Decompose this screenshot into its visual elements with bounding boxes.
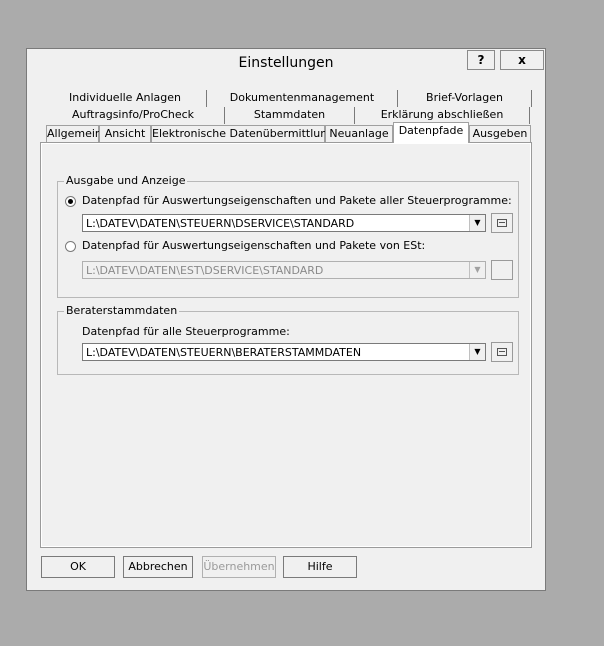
tab-brief-vorlagen[interactable]: Brief-Vorlagen [398, 90, 532, 107]
chevron-down-icon: ▼ [469, 262, 485, 278]
close-button[interactable]: x [500, 50, 544, 70]
browse-button-berater[interactable] [491, 342, 513, 362]
group-beraterstammdaten: Beraterstammdaten Datenpfad für alle Ste… [57, 304, 519, 375]
tab-panel: Ausgabe und Anzeige Datenpfad für Auswer… [40, 142, 532, 548]
help-button[interactable]: Hilfe [283, 556, 357, 578]
browse-button-all-programs[interactable] [491, 213, 513, 233]
tab-ausgeben[interactable]: Ausgeben [469, 125, 531, 142]
group-ausgabe-anzeige: Ausgabe und Anzeige Datenpfad für Auswer… [57, 174, 519, 298]
path-all-programs-combo[interactable]: L:\DATEV\DATEN\STEUERN\DSERVICE\STANDARD… [82, 214, 486, 232]
tab-ansicht[interactable]: Ansicht [99, 125, 151, 142]
tab-neuanlage[interactable]: Neuanlage [325, 125, 393, 142]
radio-all-programs[interactable] [65, 196, 76, 207]
help-title-button[interactable]: ? [467, 50, 495, 70]
group-beraterstammdaten-title: Beraterstammdaten [64, 304, 180, 317]
browse-button-est [491, 260, 513, 280]
title-bar: Einstellungen ? x [27, 49, 545, 77]
folder-browse-icon [497, 348, 507, 356]
chevron-down-icon[interactable]: ▼ [469, 344, 485, 360]
apply-button: Übernehmen [202, 556, 276, 578]
path-all-programs-value: L:\DATEV\DATEN\STEUERN\DSERVICE\STANDARD [86, 217, 355, 230]
radio-all-programs-label: Datenpfad für Auswertungseigenschaften u… [82, 194, 512, 207]
tab-datenpfade[interactable]: Datenpfade [393, 122, 469, 143]
berater-path-label: Datenpfad für alle Steuerprogramme: [82, 325, 290, 338]
tab-dokumentenmanagement[interactable]: Dokumentenmanagement [207, 90, 398, 107]
tab-stammdaten[interactable]: Stammdaten [225, 107, 355, 124]
settings-dialog: Einstellungen ? x Individuelle Anlagen D… [26, 48, 546, 591]
path-est-combo: L:\DATEV\DATEN\EST\DSERVICE\STANDARD ▼ [82, 261, 486, 279]
ok-button[interactable]: OK [41, 556, 115, 578]
tab-elektronische-datenuebermittlung[interactable]: Elektronische Datenübermittlung [151, 125, 334, 142]
radio-est-label: Datenpfad für Auswertungseigenschaften u… [82, 239, 426, 252]
group-ausgabe-anzeige-title: Ausgabe und Anzeige [64, 174, 188, 187]
chevron-down-icon[interactable]: ▼ [469, 215, 485, 231]
berater-path-value: L:\DATEV\DATEN\STEUERN\BERATERSTAMMDATEN [86, 346, 362, 359]
path-est-value: L:\DATEV\DATEN\EST\DSERVICE\STANDARD [86, 264, 324, 277]
tab-panel-content: Ausgabe und Anzeige Datenpfad für Auswer… [42, 144, 530, 546]
folder-browse-icon [497, 219, 507, 227]
radio-est[interactable] [65, 241, 76, 252]
berater-path-combo[interactable]: L:\DATEV\DATEN\STEUERN\BERATERSTAMMDATEN… [82, 343, 486, 361]
tab-individuelle-anlagen[interactable]: Individuelle Anlagen [44, 90, 207, 107]
tab-auftragsinfo[interactable]: Auftragsinfo/ProCheck [42, 107, 225, 124]
cancel-button[interactable]: Abbrechen [123, 556, 193, 578]
tab-allgemein[interactable]: Allgemein [46, 125, 102, 142]
